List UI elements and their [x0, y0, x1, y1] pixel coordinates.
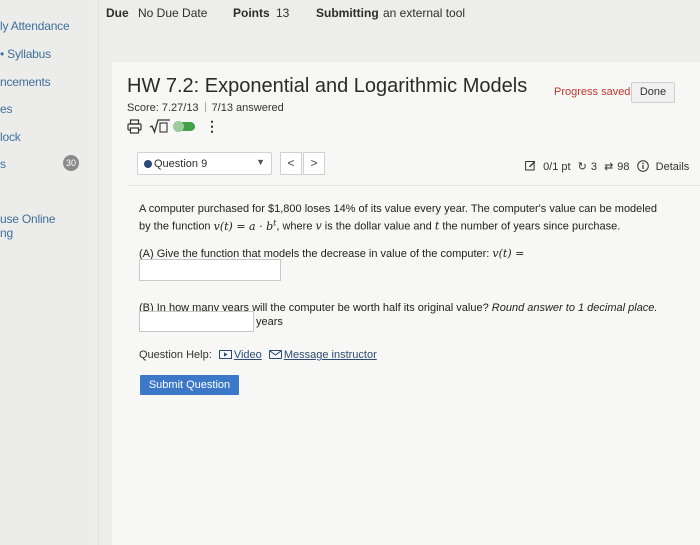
divider	[127, 185, 700, 186]
submit-question-button[interactable]: Submit Question	[140, 375, 239, 395]
attempts-count: 98	[617, 161, 630, 173]
question-prompt: A computer purchased for $1,800 loses 14…	[139, 202, 669, 234]
math-input-icon[interactable]	[149, 118, 171, 139]
due-value: No Due Date	[138, 6, 208, 20]
print-icon[interactable]	[127, 119, 142, 139]
model-function: v(t) = a · bt	[213, 218, 277, 233]
sidebar-item-label: Syllabus	[7, 47, 51, 61]
question-help: Question Help: Video Message instructor	[139, 349, 377, 361]
sidebar-item-attendance[interactable]: ly Attendance	[0, 19, 70, 33]
question-selector-label: Question 9	[154, 158, 208, 170]
assignment-details-bar: Due No Due Date Points 13 Submitting an …	[100, 0, 700, 30]
edit-icon	[525, 161, 539, 173]
separator	[204, 102, 206, 112]
question-meta: 0/1 pt ↻ 3 ⇄ 98 Details	[525, 160, 693, 173]
units-label: years	[256, 316, 283, 328]
sidebar-item-syllabus[interactable]: • Syllabus	[0, 47, 51, 61]
video-link[interactable]: Video	[234, 349, 262, 361]
question-selector[interactable]: Question 9 ▼	[137, 152, 272, 175]
attempts-icon: ⇄	[604, 161, 614, 173]
sidebar-item-online-course-line2[interactable]: ng	[0, 226, 13, 240]
previous-question-button[interactable]: <	[280, 152, 302, 175]
progress-status: Progress saved	[554, 86, 631, 98]
sidebar-divider	[98, 0, 99, 545]
sidebar-item-assignments[interactable]: s	[0, 157, 6, 171]
info-icon[interactable]	[636, 160, 652, 173]
question-text-line2: by the function v(t) = a · bt, where v i…	[139, 218, 621, 233]
retry-icon: ↻	[577, 161, 587, 173]
bullet-icon: •	[0, 47, 5, 61]
sidebar-item-announcements[interactable]: ncements	[0, 75, 51, 89]
notification-badge: 30	[63, 155, 79, 171]
page-title: HW 7.2: Exponential and Logarithmic Mode…	[127, 75, 528, 97]
points-label: Points	[233, 6, 270, 20]
points-earned: 0/1 pt	[543, 161, 571, 173]
more-options-icon[interactable]: ⋮	[205, 118, 219, 134]
status-dot-icon	[144, 160, 152, 168]
details-link[interactable]: Details	[656, 161, 690, 173]
due-label: Due	[106, 6, 129, 20]
points-value: 13	[276, 6, 290, 20]
answered-count: 7/13 answered	[211, 102, 284, 114]
video-icon	[218, 350, 232, 359]
mail-icon	[268, 350, 282, 359]
math-toggle-switch[interactable]	[173, 121, 195, 132]
sidebar-item-lock[interactable]: lock	[0, 130, 21, 144]
question-text-line1: A computer purchased for $1,800 loses 14…	[139, 203, 657, 215]
done-button[interactable]: Done	[631, 82, 675, 103]
message-instructor-link[interactable]: Message instructor	[284, 349, 377, 361]
next-question-button[interactable]: >	[303, 152, 325, 175]
score-text: Score: 7.27/13	[127, 102, 199, 114]
submitting-label: Submitting	[316, 6, 379, 20]
sidebar-item-online-course[interactable]: use Online	[0, 212, 56, 226]
help-label: Question Help:	[139, 349, 212, 361]
chevron-down-icon: ▼	[256, 157, 265, 167]
sidebar-item-modules[interactable]: es	[0, 102, 12, 116]
course-sidebar: ly Attendance • Syllabus ncements es loc…	[0, 0, 95, 545]
part-a-answer-field[interactable]	[139, 259, 281, 281]
part-b-answer-field[interactable]	[139, 311, 254, 332]
submitting-value: an external tool	[383, 6, 466, 20]
score-summary: Score: 7.27/13 7/13 answered	[127, 102, 284, 114]
retries-count: 3	[590, 161, 597, 173]
